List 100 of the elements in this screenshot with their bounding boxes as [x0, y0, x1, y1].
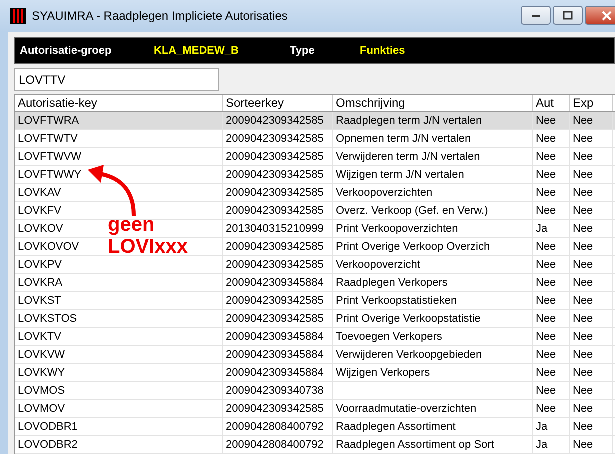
table-cell: Nee	[573, 204, 594, 216]
table-cell: 2009042309342585	[226, 402, 324, 414]
table-cell: Nee	[536, 240, 556, 252]
table-cell: LOVMOS	[18, 384, 66, 396]
table-cell: 2009042309340738	[226, 384, 324, 396]
table-cell: Nee	[573, 240, 594, 252]
table-cell: 2009042309342585	[226, 150, 324, 162]
table-cell: Nee	[536, 132, 556, 144]
table-cell: 2009042808400792	[226, 438, 324, 450]
table-cell: 2009042309342585	[226, 240, 324, 252]
table-cell: LOVKTV	[18, 330, 62, 342]
table-cell: LOVODBR1	[18, 420, 78, 432]
table-cell: Print Overige Verkoop Overzich	[336, 240, 490, 252]
selected-row[interactable]: LOVFTWRA 2009042309342585 Raadplegen term J/N vertalen Nee Nee	[15, 112, 615, 130]
table-cell: Print Verkoopstatistieken	[336, 294, 458, 306]
table-cell: Raadplegen Assortiment	[336, 420, 456, 432]
table-cell: Print Verkoopoverzichten	[336, 222, 458, 234]
table-cell: Nee	[573, 258, 594, 270]
table-cell: Nee	[536, 168, 556, 180]
table-cell: Raadplegen Verkopers	[336, 276, 448, 288]
column-header[interactable]: Omschrijving	[333, 95, 533, 111]
table-cell: 2009042309345884	[226, 348, 324, 360]
table-cell: Overz. Verkoop (Gef. en Verw.)	[336, 204, 488, 216]
table-cell: Ja	[536, 222, 548, 234]
table-cell: Nee	[536, 294, 556, 306]
annotation-text: geen	[108, 214, 156, 236]
table-cell: Nee	[573, 114, 594, 126]
table-cell: Verwijderen Verkoopgebieden	[336, 348, 482, 360]
table-cell: Nee	[536, 330, 556, 342]
table-cell: Voorraadmutatie-overzichten	[336, 402, 477, 414]
table-cell: 2009042309342585	[226, 114, 324, 126]
window-title: SYAUIMRA - Raadplegen Impliciete Autorisaties	[32, 9, 289, 23]
close-icon	[602, 10, 612, 20]
table-cell: Nee	[536, 150, 556, 162]
table-cell: LOVODBR2	[18, 438, 78, 450]
table-cell: 2009042309342585	[226, 186, 324, 198]
table-cell: Nee	[536, 366, 556, 378]
table-cell: Verkoopoverzicht	[336, 258, 420, 270]
table-cell: Raadplegen term J/N vertalen	[336, 114, 482, 126]
table-cell: Nee	[573, 384, 594, 396]
type-value: Funkties	[360, 44, 406, 56]
table-cell: LOVKVW	[18, 348, 66, 360]
group-label: Autorisatie-groep	[20, 44, 113, 56]
table-cell: LOVFTWVW	[18, 150, 82, 162]
table-cell: LOVKST	[18, 294, 62, 306]
table-cell: 2009042309345884	[226, 366, 324, 378]
table-cell: 2009042808400792	[226, 420, 324, 432]
table-cell: 2009042309342585	[226, 132, 324, 144]
table-cell: Nee	[536, 186, 556, 198]
table-cell: Nee	[573, 186, 594, 198]
table-cell: Ja	[536, 420, 548, 432]
table-cell: Nee	[573, 132, 594, 144]
table-cell: LOVKAV	[18, 186, 62, 198]
table-cell: 2013040315210999	[226, 222, 324, 234]
table-cell: Verwijderen term J/N vertalen	[336, 150, 480, 162]
table-cell: Nee	[573, 438, 594, 450]
table-cell: Nee	[536, 204, 556, 216]
table-cell: Nee	[573, 420, 594, 432]
table-cell: Ja	[536, 438, 548, 450]
table-cell: Nee	[573, 348, 594, 360]
filter-field[interactable]: LOVTTV	[14, 68, 219, 91]
column-header[interactable]: Exp	[570, 95, 613, 111]
table-cell: Opnemen term J/N vertalen	[336, 132, 472, 144]
table-cell: Nee	[536, 312, 556, 324]
minimize-button[interactable]	[521, 6, 551, 25]
table-cell: Nee	[573, 276, 594, 288]
table-cell: Raadplegen Assortiment op Sort	[336, 438, 494, 450]
table-cell: LOVKOVOV	[18, 240, 80, 252]
table-cell: LOVFTWTV	[18, 132, 78, 144]
table-cell: 2009042309345884	[226, 276, 324, 288]
table-cell: 2009042309345884	[226, 330, 324, 342]
table-cell: LOVMOV	[18, 402, 66, 414]
table-cell: Toevoegen Verkopers	[336, 330, 442, 342]
type-label: Type	[290, 44, 316, 56]
table-cell: Nee	[573, 366, 594, 378]
maximize-icon	[563, 11, 573, 20]
table-cell: 2009042309342585	[226, 258, 324, 270]
table-cell: Nee	[573, 312, 594, 324]
table-cell: LOVKWY	[18, 366, 66, 378]
table-cell: Wijzigen term J/N vertalen	[336, 168, 464, 180]
annotation-text: LOVIxxx	[108, 236, 188, 258]
table-cell: Nee	[536, 384, 556, 396]
table-cell: Nee	[573, 168, 594, 180]
table-cell: Nee	[536, 348, 556, 360]
column-header[interactable]: Autorisatie-key	[15, 95, 223, 111]
column-header[interactable]: Sorteerkey	[223, 95, 333, 111]
table-cell: Nee	[573, 222, 594, 234]
table-cell: Wijzigen Verkopers	[336, 366, 430, 378]
table-cell: LOVKRA	[18, 276, 63, 288]
table-cell: Nee	[536, 276, 556, 288]
minimize-icon	[531, 14, 541, 18]
table-cell: Nee	[573, 402, 594, 414]
app-icon	[10, 8, 26, 24]
maximize-button[interactable]	[553, 6, 583, 25]
table-cell: 2009042309342585	[226, 294, 324, 306]
table-cell: 2009042309342585	[226, 168, 324, 180]
table-cell: LOVKFV	[18, 204, 62, 216]
column-header[interactable]: Aut	[533, 95, 570, 111]
table-cell: LOVKSTOS	[18, 312, 78, 324]
table-cell: LOVKPV	[18, 258, 62, 270]
